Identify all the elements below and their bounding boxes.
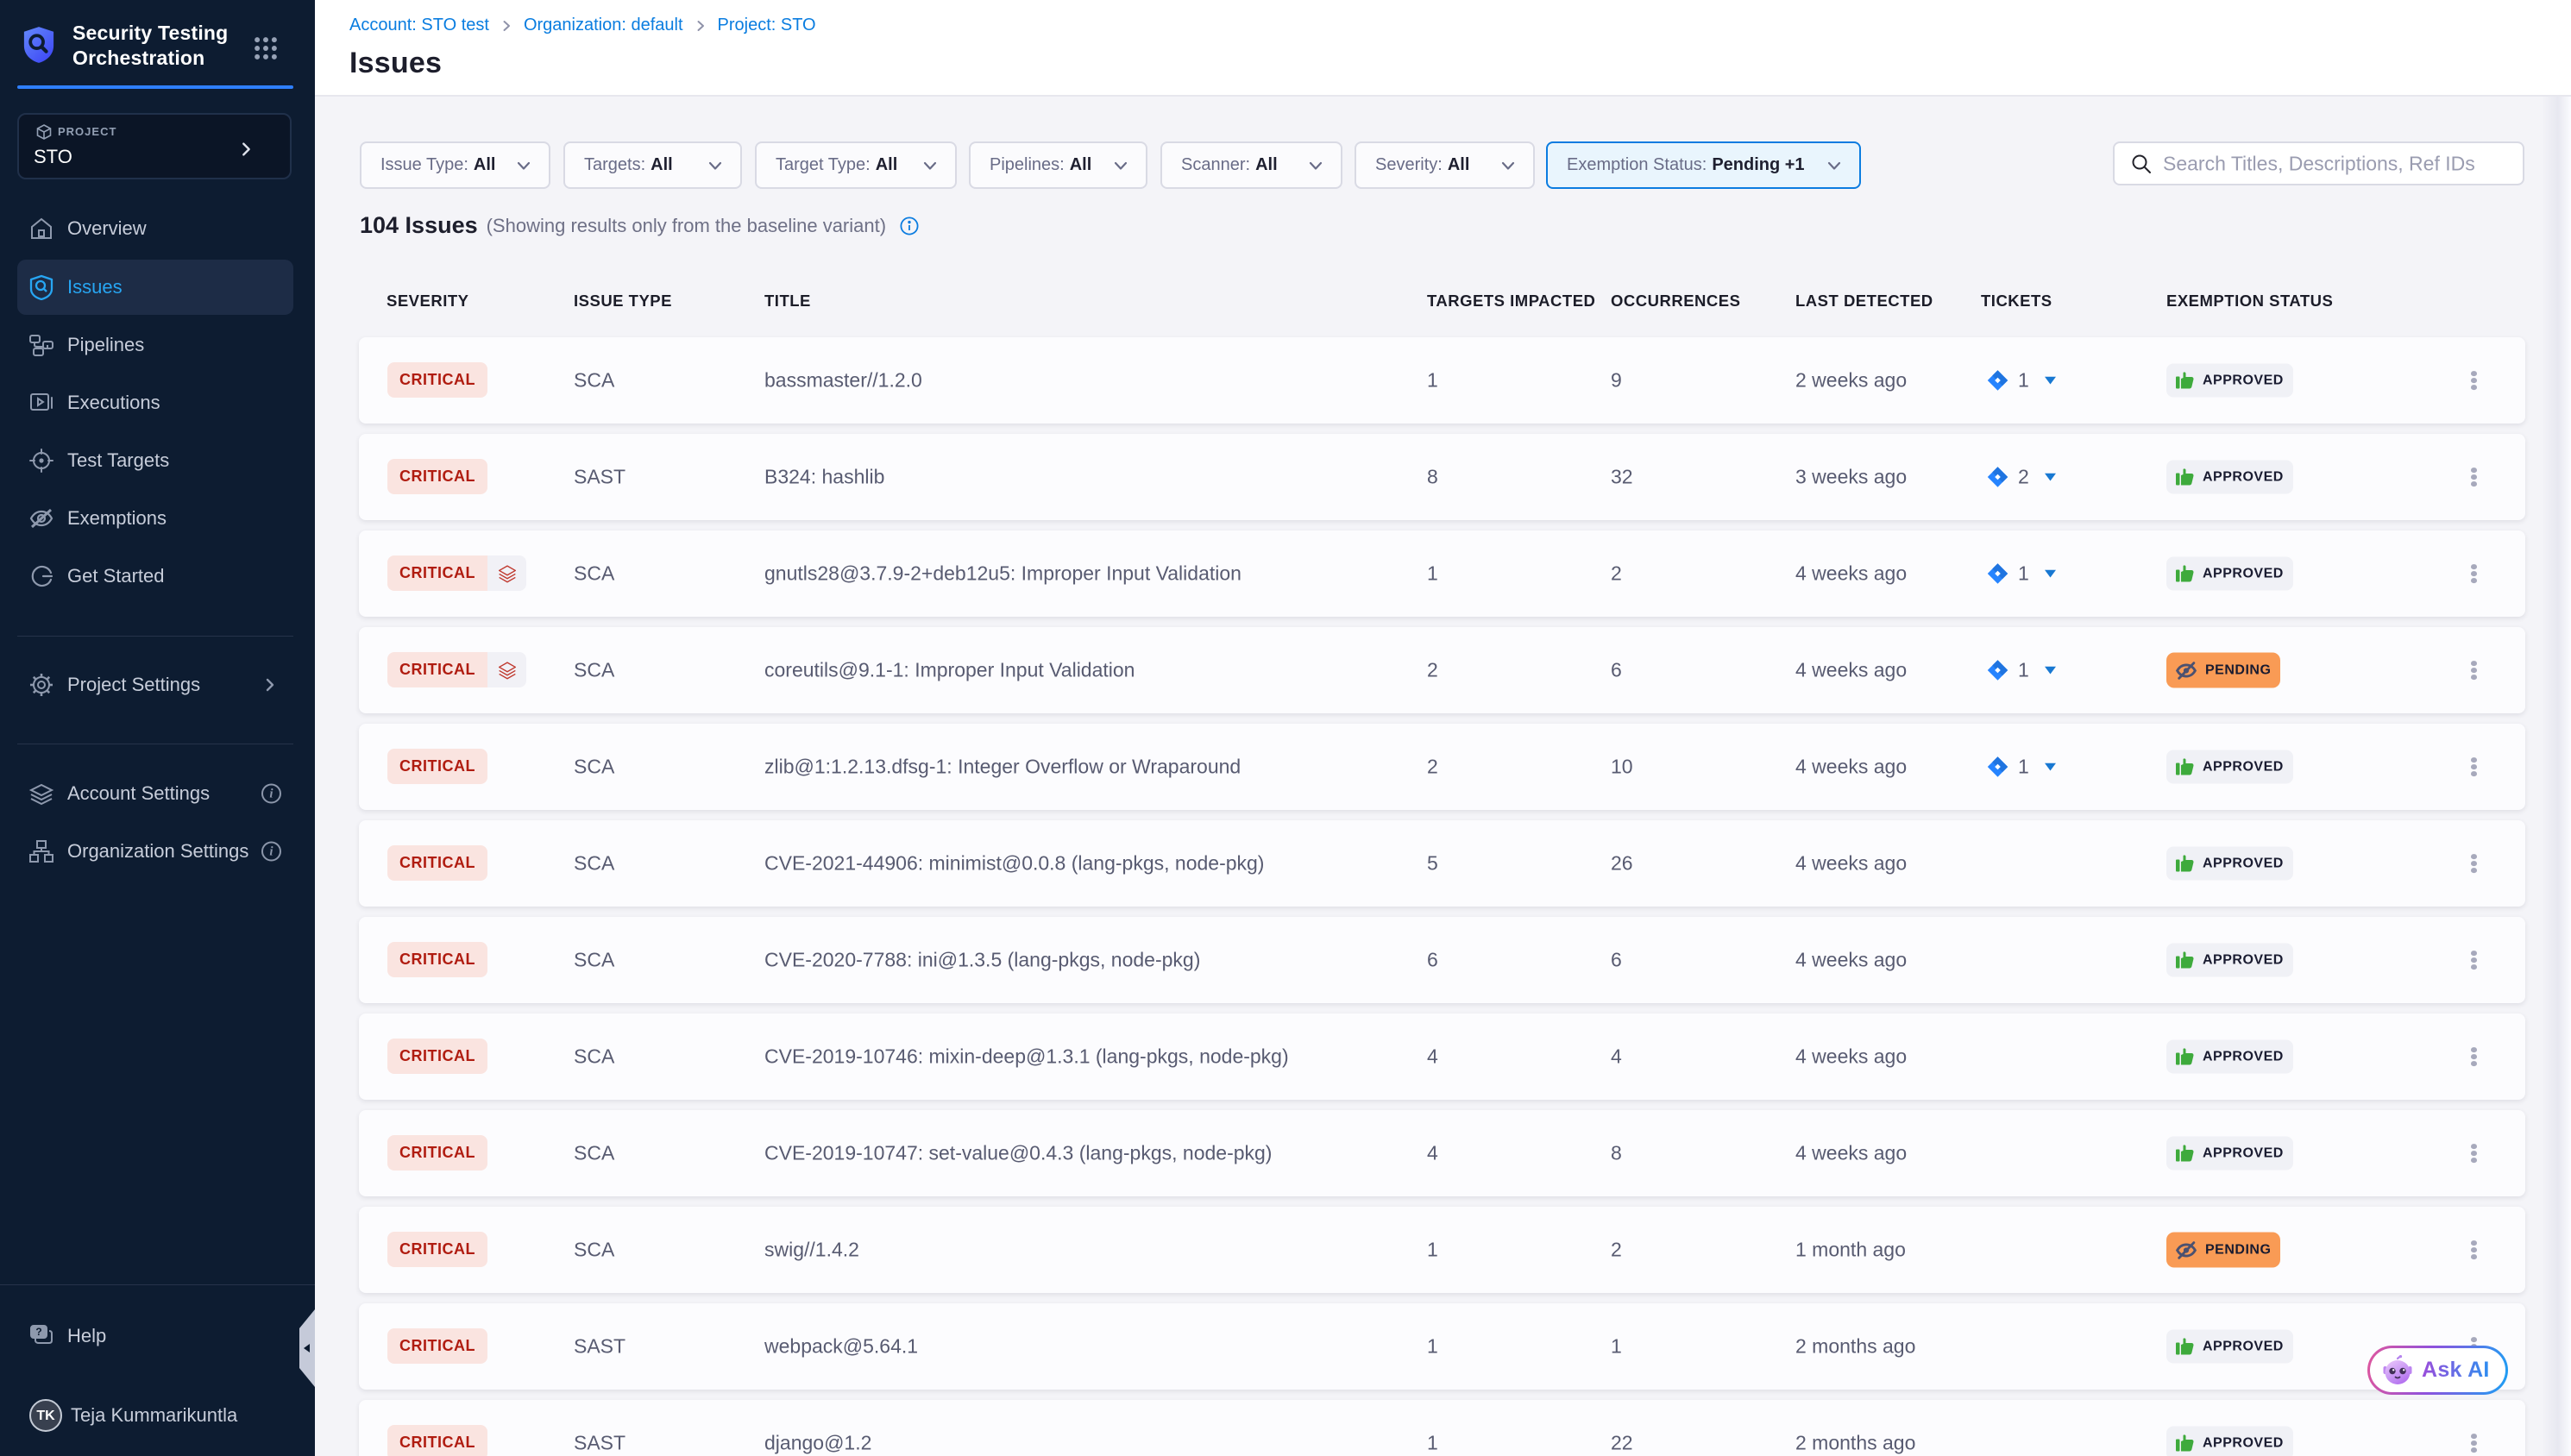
svg-text:?: ?: [35, 1326, 41, 1338]
